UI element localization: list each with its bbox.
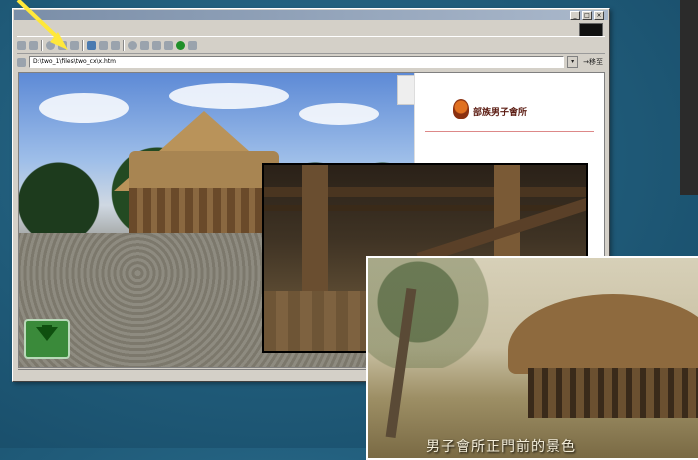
- search-icon[interactable]: [87, 40, 96, 50]
- navigation-arrow-icon[interactable]: [24, 319, 70, 359]
- media-icon[interactable]: [128, 40, 137, 50]
- minimize-button[interactable]: _: [570, 11, 580, 20]
- toolbar: [17, 36, 605, 54]
- favorites-icon[interactable]: [99, 40, 108, 50]
- page-heading: 部族男子會所: [473, 108, 528, 118]
- page-icon: [17, 57, 26, 67]
- print-icon[interactable]: [152, 40, 161, 50]
- photo-caption: 男子會所正門前的景色: [426, 439, 576, 455]
- edit-icon[interactable]: [164, 40, 173, 50]
- tribal-emblem-icon: [453, 99, 469, 119]
- address-input[interactable]: D:\two_1\files\two_cx\x.htm: [29, 56, 565, 68]
- discuss-icon[interactable]: [188, 40, 197, 50]
- hut-roof: [508, 294, 698, 374]
- history-icon[interactable]: [111, 40, 120, 50]
- maximize-button[interactable]: □: [582, 11, 592, 20]
- menu-bar: [17, 21, 605, 33]
- stop-icon[interactable]: [46, 40, 55, 50]
- back-icon[interactable]: [17, 40, 26, 50]
- mail-icon[interactable]: [140, 40, 149, 50]
- refresh-icon[interactable]: [58, 40, 67, 50]
- home-icon[interactable]: [70, 40, 79, 50]
- close-button[interactable]: ×: [594, 11, 604, 20]
- hut-structure: [528, 368, 698, 418]
- forward-icon[interactable]: [29, 40, 38, 50]
- divider: [425, 131, 594, 132]
- go-button[interactable]: →移至: [581, 57, 605, 67]
- address-dropdown-button[interactable]: ▾: [567, 56, 579, 68]
- browser-logo: [579, 23, 603, 37]
- background-photo-edge: [680, 0, 698, 195]
- title-bar: _ □ ×: [14, 10, 608, 20]
- messenger-icon[interactable]: [176, 40, 185, 50]
- address-bar: D:\two_1\files\two_cx\x.htm ▾ →移至: [17, 55, 605, 69]
- exterior-photo: 男子會所正門前的景色: [366, 256, 698, 460]
- thumbnail[interactable]: [397, 75, 414, 105]
